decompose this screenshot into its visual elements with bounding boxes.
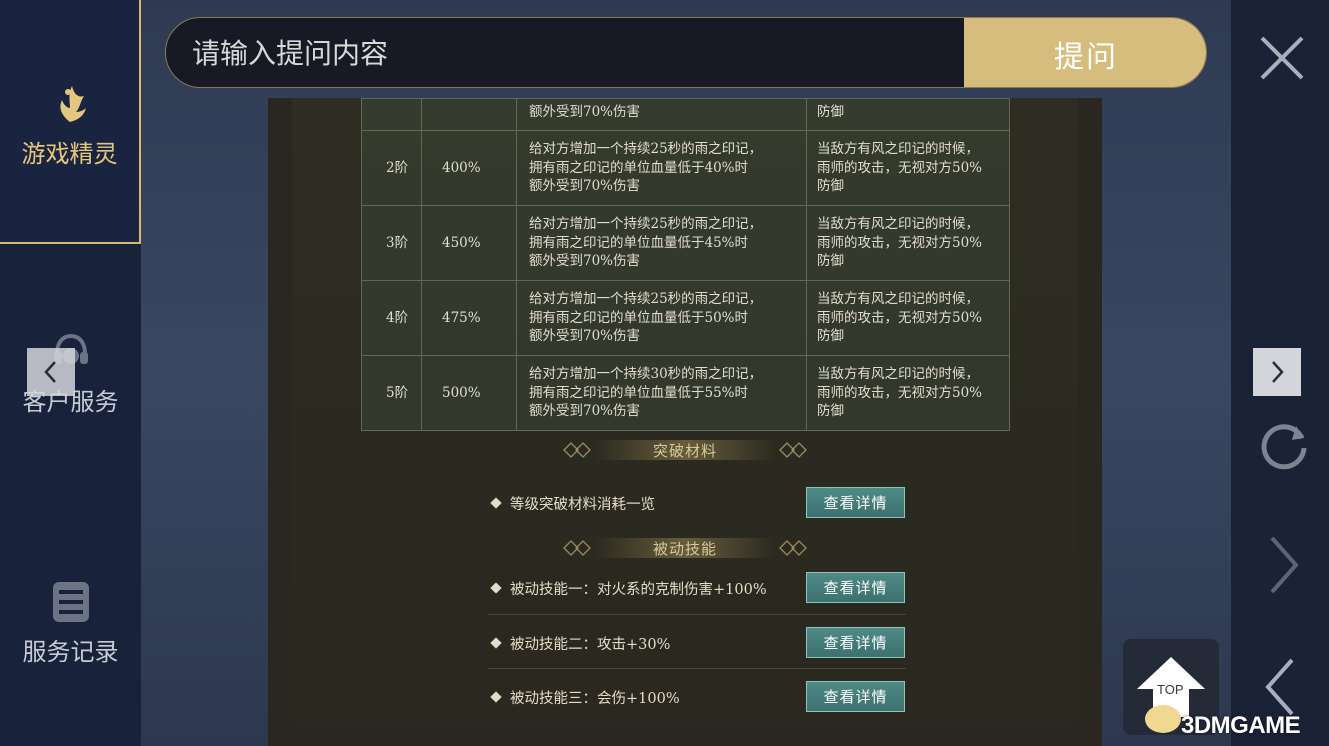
table-row: 额外受到70%伤害 防御 [361,98,1010,131]
sidebar-item-game-fairy[interactable]: 游戏精灵 [0,0,141,244]
article-content: 额外受到70%伤害 防御 2阶 400% 给对方增加一个持续25秒的雨之印记， … [292,98,1078,724]
percent-cell: 450% [421,205,517,281]
effect-cell: 给对方增加一个持续25秒的雨之印记， 拥有雨之印记的单位血量低于50%时 额外受… [516,280,807,356]
effect-cell: 给对方增加一个持续25秒的雨之印记， 拥有雨之印记的单位血量低于45%时 额外受… [516,205,807,281]
bullet-icon [490,582,502,594]
ask-button[interactable]: 提问 [964,18,1206,87]
level-cell: 2阶 [361,130,422,206]
forward-icon[interactable] [1266,534,1302,596]
percent-cell: 400% [421,130,517,206]
effect-cell: 给对方增加一个持续25秒的雨之印记， 拥有雨之印记的单位血量低于40%时 额外受… [516,130,807,206]
table-row: 2阶 400% 给对方增加一个持续25秒的雨之印记， 拥有雨之印记的单位血量低于… [361,130,1010,206]
divider [488,668,906,669]
diamond-ornament-icon [779,442,807,458]
effect-cell: 给对方增加一个持续30秒的雨之印记， 拥有雨之印记的单位血量低于55%时 额外受… [516,355,807,431]
table-row: 3阶 450% 给对方增加一个持续25秒的雨之印记， 拥有雨之印记的单位血量低于… [361,205,1010,281]
diamond-ornament-icon [779,540,807,556]
percent-cell: 500% [421,355,517,431]
table-row: 4阶 475% 给对方增加一个持续25秒的雨之印记， 拥有雨之印记的单位血量低于… [361,280,1010,356]
table-row: 5阶 500% 给对方增加一个持续30秒的雨之印记， 拥有雨之印记的单位血量低于… [361,355,1010,431]
sidebar-item-service-records[interactable]: 服务记录 [0,580,141,670]
level-cell: 3阶 [361,205,422,281]
refresh-icon[interactable] [1256,418,1312,474]
section-title-passive-skills: 被动技能 [562,535,808,561]
level-cell: 4阶 [361,280,422,356]
view-details-button[interactable]: 查看详情 [806,572,905,603]
diamond-ornament-icon [563,442,591,458]
sidebar-item-label: 游戏精灵 [21,140,118,168]
bullet-icon [490,691,502,703]
chevron-left-icon [44,361,56,383]
chevron-right-icon [1272,361,1284,383]
bullet-icon [490,637,502,649]
close-icon[interactable] [1258,34,1306,82]
section-title-breakthrough: 突破材料 [562,437,808,463]
prev-page-button[interactable] [27,348,75,396]
view-details-button[interactable]: 查看详情 [806,681,905,712]
bullet-icon [490,497,502,509]
table-cell: 防御 [806,98,1010,131]
watermark: 3DMGAME [1181,712,1301,739]
skill-table: 额外受到70%伤害 防御 2阶 400% 给对方增加一个持续25秒的雨之印记， … [361,98,1010,431]
divider [488,614,906,615]
back-icon[interactable] [1262,656,1298,718]
fairy-icon [59,86,86,122]
table-cell: 额外受到70%伤害 [516,98,807,131]
search-bar: 提问 [165,17,1207,88]
sidebar-item-label: 服务记录 [22,638,119,666]
level-cell: 5阶 [361,355,422,431]
bonus-cell: 当敌方有风之印记的时候， 雨师的攻击，无视对方50% 防御 [806,130,1010,206]
bonus-cell: 当敌方有风之印记的时候， 雨师的攻击，无视对方50% 防御 [806,280,1010,356]
bonus-cell: 当敌方有风之印记的时候， 雨师的攻击，无视对方50% 防御 [806,355,1010,431]
view-details-button[interactable]: 查看详情 [806,487,905,518]
view-details-button[interactable]: 查看详情 [806,627,905,658]
question-input[interactable] [166,18,964,87]
next-page-button[interactable] [1253,348,1301,396]
diamond-ornament-icon [563,540,591,556]
top-label: TOP [1157,682,1184,697]
bonus-cell: 当敌方有风之印记的时候， 雨师的攻击，无视对方50% 防御 [806,205,1010,281]
percent-cell: 475% [421,280,517,356]
list-icon [52,582,89,622]
